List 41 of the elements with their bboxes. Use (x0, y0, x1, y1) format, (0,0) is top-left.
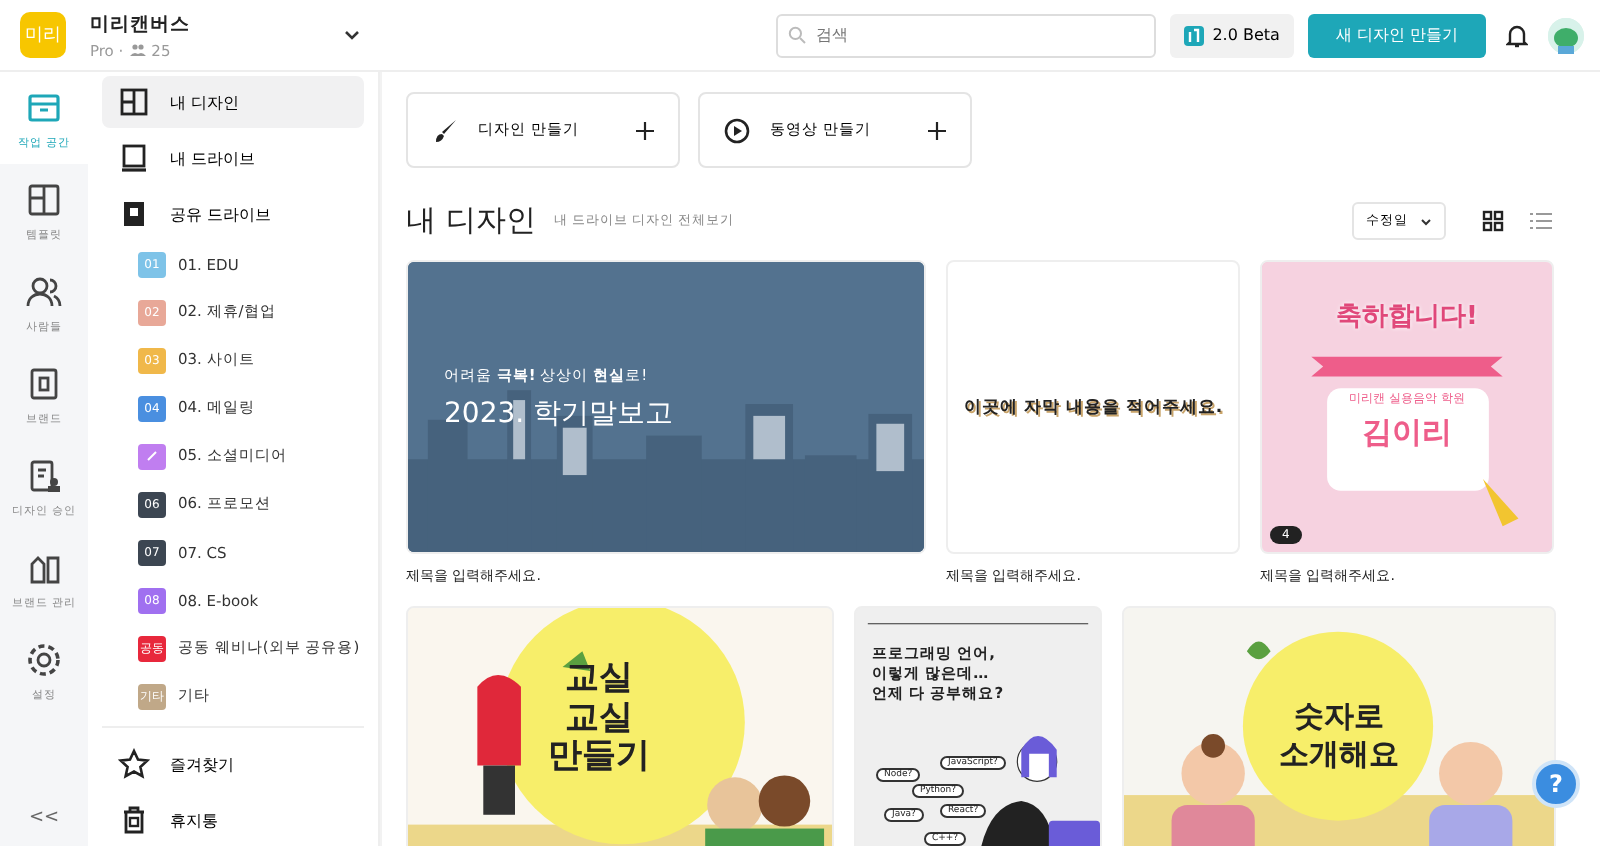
book-icon (118, 198, 150, 230)
sidebar-item[interactable]: 휴지통 (102, 794, 364, 846)
laptop-icon (118, 142, 150, 174)
search-icon (788, 26, 807, 44)
sidebar-item[interactable]: 내 디자인 (102, 76, 364, 128)
sidebar-item[interactable]: 공유 드라이브 (102, 188, 364, 240)
plus-icon (636, 121, 654, 139)
brush-icon (432, 117, 458, 143)
design-title: 2023. 학기말보고 (444, 396, 674, 432)
sidebar-item[interactable]: 즐겨찾기 (102, 738, 364, 790)
sidebar-item[interactable]: 내 드라이브 (102, 132, 364, 184)
search-field[interactable]: 검색 (776, 13, 1157, 57)
design-title: 축하합니다! (1336, 300, 1478, 334)
layout-icon (24, 179, 64, 219)
avatar[interactable] (1548, 17, 1584, 53)
section-title: 내 디자인 (406, 202, 536, 240)
design-title: 교실 (565, 699, 633, 739)
design-thumbnail[interactable]: 이곳에 자막 내용을 적어주세요. (946, 260, 1240, 554)
design-title: 교실 (565, 660, 633, 700)
design-title: 숫자로 (1294, 697, 1384, 736)
slash-icon (146, 450, 158, 462)
workspace-name: 미리캔버스 (90, 11, 192, 37)
layout-icon (118, 86, 150, 118)
chevron-down-icon (1420, 217, 1432, 225)
beta-button[interactable]: 2.0 Beta (1170, 13, 1294, 57)
play-icon (724, 117, 750, 143)
design-title: 만들기 (548, 738, 650, 778)
people-icon (129, 44, 146, 56)
design-title: 이곳에 자막 내용을 적어주세요. (963, 395, 1223, 419)
design-title: 소개해요 (1279, 736, 1399, 775)
plus-icon (928, 121, 946, 139)
chevron-down-icon[interactable] (344, 30, 360, 40)
app-icon (1184, 25, 1205, 45)
design-thumbnail[interactable]: 교실 교실 만들기 (406, 606, 834, 846)
collapse-button[interactable]: << (16, 806, 72, 830)
design-text: 김이리 (1362, 414, 1452, 452)
trash-icon (118, 804, 150, 836)
star-icon (118, 748, 150, 780)
grid-view-icon[interactable] (1478, 206, 1508, 236)
settings-icon (24, 639, 64, 679)
bell-icon[interactable] (1506, 23, 1528, 47)
